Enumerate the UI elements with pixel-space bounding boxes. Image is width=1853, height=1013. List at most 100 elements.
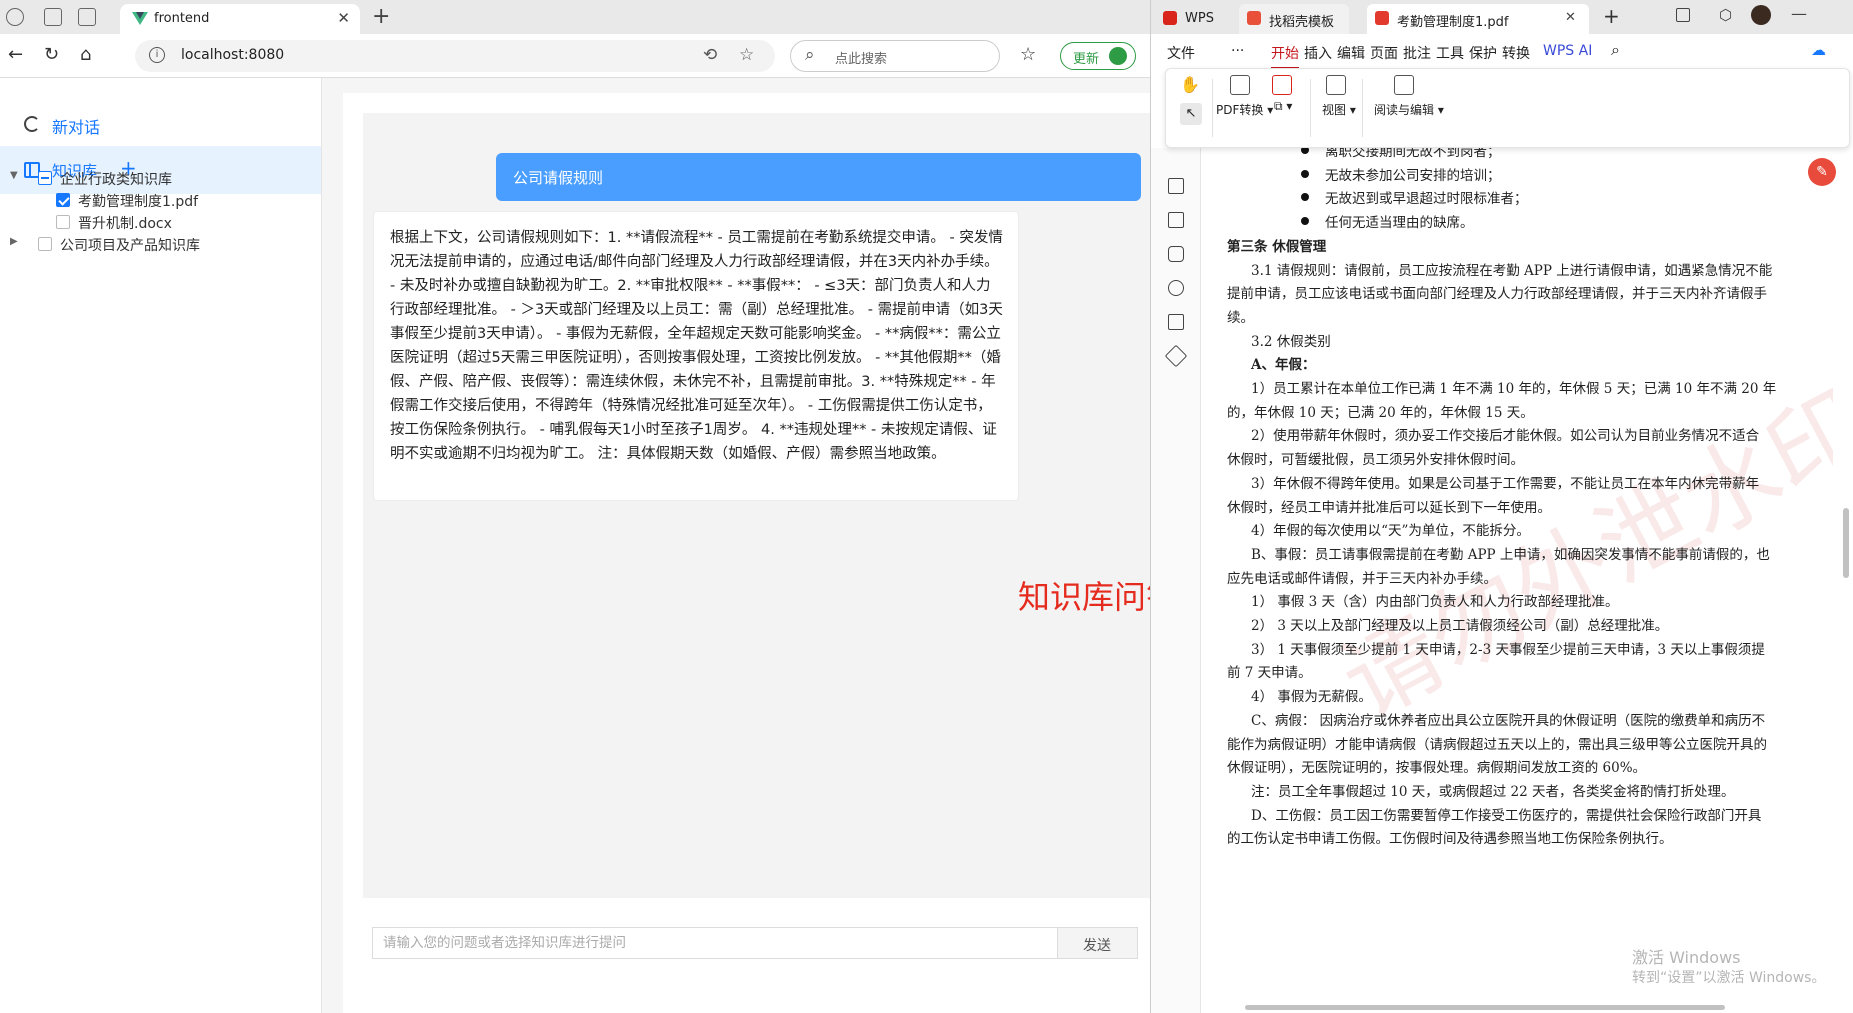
close-tab-icon[interactable]: ✕ [337, 9, 350, 27]
document-line: B、事假：员工请事假需提前在考勤 APP 上申请，如确因突发事情不能事前请假的，… [1251, 546, 1770, 563]
wps-tab-pdf[interactable]: 考勤管理制度1.pdf ✕ [1367, 4, 1589, 34]
favorite-star-icon[interactable]: ☆ [739, 45, 754, 65]
profile-icon[interactable] [6, 8, 24, 26]
chat-messages: 公司请假规则 根据上下文，公司请假规则如下：1. **请假流程** - 员工需提… [363, 113, 1150, 898]
wps-ai-float-icon[interactable]: ✎ [1808, 158, 1836, 186]
pdf-convert-button[interactable]: PDF转换 ▾ [1216, 101, 1273, 118]
wps-tab-templates[interactable]: 找稻壳模板 [1239, 4, 1349, 34]
document-line: 续。 [1227, 309, 1254, 326]
view-button[interactable]: 视图 ▾ [1322, 101, 1356, 118]
activation-watermark-title: 激活 Windows [1632, 948, 1741, 967]
view-grid-icon [1326, 75, 1346, 95]
document-line: 无故未参加公司安排的培训； [1325, 167, 1501, 184]
tree-checkbox[interactable] [38, 171, 52, 185]
user-question-text: 公司请假规则 [513, 169, 604, 187]
vertical-scrollbar[interactable] [1840, 148, 1852, 1003]
pdf-convert-icon [1230, 75, 1250, 95]
site-info-icon[interactable]: i [149, 47, 165, 63]
thumbnail-icon[interactable] [1168, 212, 1184, 228]
send-label: 发送 [1083, 938, 1111, 954]
wps-search-icon[interactable]: ⌕ [1611, 40, 1620, 60]
tree-checkbox[interactable] [56, 193, 70, 207]
wps-tab-home[interactable]: WPS [1155, 4, 1225, 34]
menu-annotate[interactable]: 批注 [1403, 43, 1431, 63]
menu-start[interactable]: 开始 [1271, 43, 1299, 69]
document-line: 提前申请，员工应该电话或书面向部门经理及人力行政部经理请假，并于三天内补齐请假手 [1227, 286, 1767, 303]
wps-tab-label: 找稻壳模板 [1269, 15, 1335, 30]
scroll-thumb[interactable] [1245, 1005, 1725, 1010]
read-edit-button[interactable]: 阅读与编辑 ▾ [1374, 101, 1444, 118]
document-line: A、年假： [1251, 357, 1316, 374]
attachment-icon[interactable] [1168, 280, 1184, 296]
expand-arrow-icon[interactable]: ▼ [10, 170, 18, 181]
menu-tools[interactable]: 工具 [1436, 43, 1464, 63]
document-line: 3.2 休假类别 [1251, 333, 1331, 350]
document-line: 休假时，可暂缓批假，员工须另外安排休假时间。 [1227, 452, 1524, 469]
user-question-bubble: 公司请假规则 [496, 153, 1141, 201]
send-button[interactable]: 发送 [1058, 927, 1138, 959]
docer-logo-icon [1247, 11, 1261, 25]
list-bullet-icon [1301, 148, 1309, 154]
new-tab-button[interactable]: + [372, 4, 390, 29]
menu-page[interactable]: 页面 [1370, 43, 1398, 63]
new-chat-label: 新对话 [52, 118, 101, 137]
wps-new-tab-button[interactable]: + [1603, 4, 1620, 28]
read-edit-label: 阅读与编辑 [1374, 103, 1435, 117]
tab-frontend[interactable]: frontend ✕ [120, 4, 360, 34]
tree-checkbox[interactable] [56, 215, 70, 229]
comment-icon[interactable] [1168, 246, 1184, 262]
convert-tool-icon[interactable] [1272, 75, 1292, 95]
translate-icon[interactable]: ⟲ [703, 45, 717, 65]
ribbon-separator [1362, 79, 1363, 137]
menu-edit[interactable]: 编辑 [1337, 43, 1365, 63]
tree-checkbox[interactable] [38, 237, 52, 251]
document-line: 任何无适当理由的缺席。 [1325, 215, 1474, 232]
wps-tab-bar: WPS 找稻壳模板 考勤管理制度1.pdf ✕ + ⬡ — [1151, 0, 1853, 34]
menu-more[interactable]: ··· [1231, 43, 1244, 59]
document-line: 4） 事假为无薪假。 [1251, 689, 1372, 706]
menu-wps-ai[interactable]: WPS AI [1543, 43, 1592, 59]
url-text[interactable]: localhost:8080 [181, 47, 284, 63]
document-line: 1）员工累计在本单位工作已满 1 年不满 10 年的，年休假 5 天；已满 10… [1251, 381, 1777, 397]
layers-icon[interactable] [1164, 344, 1188, 368]
address-bar[interactable]: i localhost:8080 ⟲ ☆ [135, 40, 775, 72]
minimize-icon[interactable]: — [1791, 4, 1807, 23]
wps-menu-bar: 文件 ··· 开始 插入 编辑 页面 批注 工具 保护 转换 WPS AI ⌕ … [1151, 34, 1853, 69]
collections-icon[interactable]: ☆ [1020, 44, 1036, 65]
home-icon[interactable]: ⌂ [80, 44, 91, 65]
copy-dropdown-icon[interactable]: ⧉ ▾ [1274, 99, 1292, 114]
browser-search-box[interactable]: ⌕ 点此搜索 [790, 40, 1000, 72]
menu-insert[interactable]: 插入 [1304, 43, 1332, 63]
question-input[interactable] [373, 928, 1057, 958]
cloud-upload-icon[interactable]: ☁ [1811, 41, 1826, 59]
bookmark-icon[interactable] [1168, 178, 1184, 194]
wps-ribbon: ✋ ↖ PDF转换 ▾ ⧉ ▾ 视图 ▾ 阅读与编辑 ▾ [1165, 68, 1850, 148]
refresh-icon[interactable]: ↻ [44, 44, 59, 65]
sidebar: 新对话 知识库 + ▼ 企业行政类知识库 考勤管理制度1.pdf 晋升机制.do… [0, 78, 322, 1013]
chat-panel: 公司请假规则 根据上下文，公司请假规则如下：1. **请假流程** - 员工需提… [343, 93, 1150, 1013]
cube-icon[interactable]: ⬡ [1719, 6, 1732, 24]
search-placeholder: 点此搜索 [835, 52, 888, 67]
hand-tool-icon[interactable]: ✋ [1180, 75, 1200, 94]
question-input-wrapper [372, 927, 1058, 959]
back-icon[interactable]: ← [8, 44, 23, 65]
select-tool-icon[interactable]: ↖ [1180, 103, 1202, 125]
update-button[interactable]: 更新 [1060, 42, 1136, 70]
window-layout-icon[interactable] [1676, 8, 1690, 22]
assistant-answer-text: 根据上下文，公司请假规则如下：1. **请假流程** - 员工需提前在考勤系统提… [390, 230, 1003, 462]
menu-protect[interactable]: 保护 [1469, 43, 1497, 63]
close-tab-icon[interactable]: ✕ [1565, 10, 1576, 25]
workspaces-icon[interactable] [44, 8, 62, 26]
signature-icon[interactable] [1168, 314, 1184, 330]
collapse-arrow-icon[interactable]: ▶ [10, 236, 18, 247]
wps-tab-label: WPS [1185, 11, 1214, 26]
menu-file[interactable]: 文件 [1167, 43, 1195, 63]
horizontal-scrollbar[interactable] [1205, 1002, 1835, 1012]
browser-tab-bar: frontend ✕ + [0, 0, 1150, 34]
menu-convert[interactable]: 转换 [1502, 43, 1530, 63]
document-line: 4）年假的每次使用以“天”为单位，不能拆分。 [1251, 523, 1530, 540]
wps-window: WPS 找稻壳模板 考勤管理制度1.pdf ✕ + ⬡ — 文件 ··· 开始 … [1150, 0, 1853, 1013]
scroll-thumb[interactable] [1843, 508, 1849, 578]
tab-actions-icon[interactable] [78, 8, 96, 26]
avatar[interactable] [1751, 5, 1771, 25]
